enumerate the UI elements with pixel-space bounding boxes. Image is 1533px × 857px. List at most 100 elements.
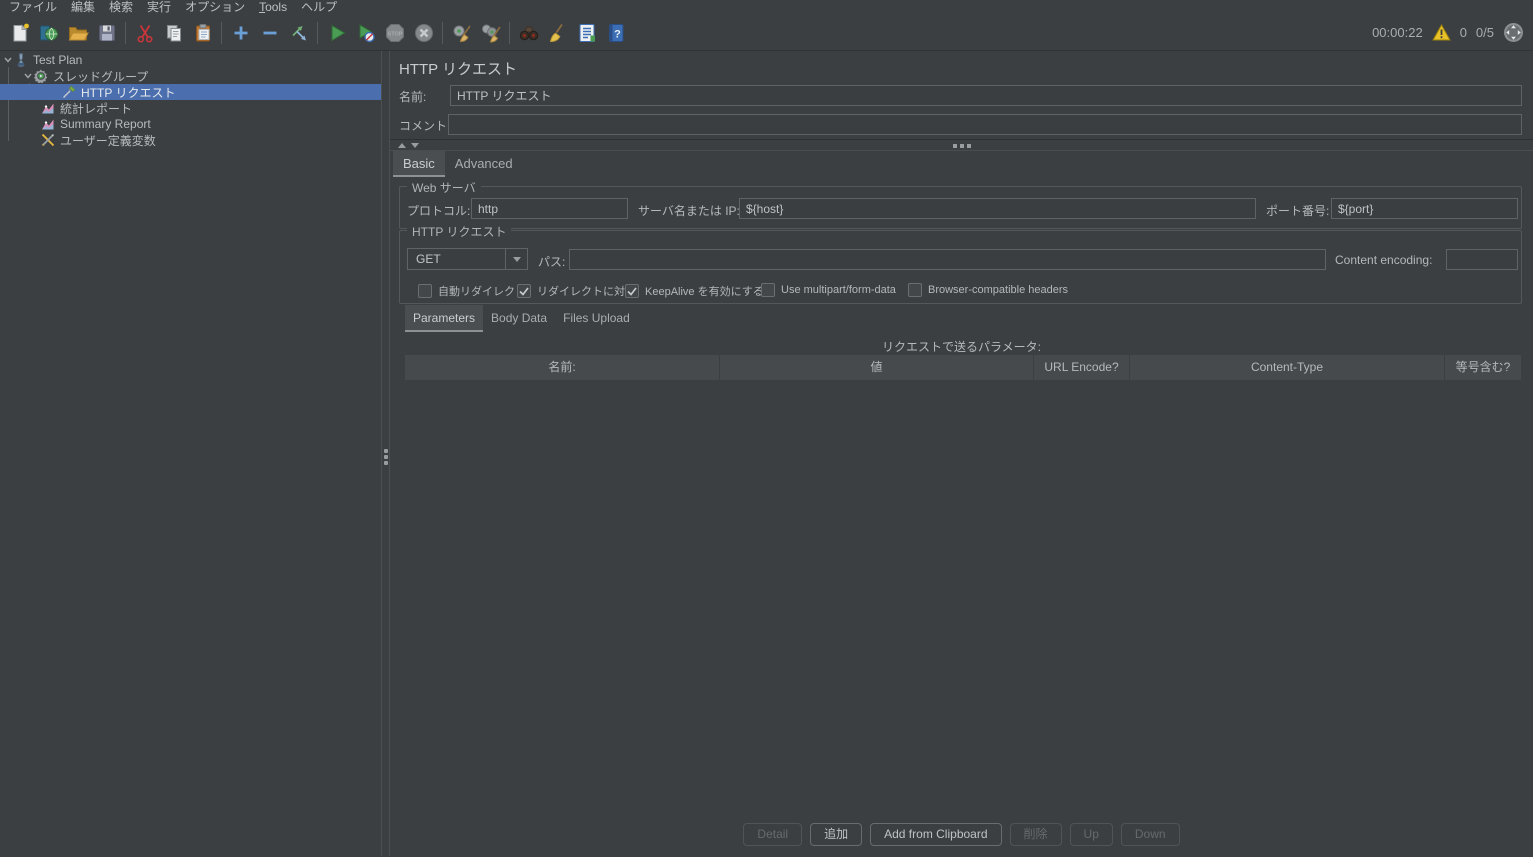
tab-basic[interactable]: Basic: [393, 151, 445, 177]
column-header-include-equals[interactable]: 等号含む?: [1445, 355, 1521, 380]
follow-redirects-checkbox[interactable]: リダイレクトに対応: [517, 283, 636, 299]
path-input[interactable]: [569, 249, 1326, 270]
tree-node-test-plan[interactable]: Test Plan: [0, 52, 381, 68]
thread-group-icon: [34, 69, 48, 83]
chevron-down-icon[interactable]: [2, 55, 14, 65]
column-header-url-encode[interactable]: URL Encode?: [1034, 355, 1129, 380]
parameters-footer-buttons: Detail 追加 Add from Clipboard 削除 Up Down: [390, 823, 1533, 846]
tree-node-http-request[interactable]: HTTP リクエスト: [0, 84, 381, 100]
splitter-grip[interactable]: [952, 144, 971, 148]
start-no-timers-icon[interactable]: [351, 19, 380, 47]
web-server-group: Web サーバ プロトコル: サーバ名または IP: ポート番号:: [399, 179, 1522, 229]
method-select[interactable]: GET: [407, 248, 528, 270]
paste-icon[interactable]: [188, 19, 217, 47]
editor-splitter[interactable]: [390, 139, 1533, 151]
parameters-table-header: 名前: 値 URL Encode? Content-Type 等号含む?: [405, 355, 1521, 380]
protocol-input[interactable]: [471, 198, 628, 219]
tree-node-label: スレッドグループ: [53, 69, 149, 84]
tree-node-user-defined-variables[interactable]: ユーザー定義変数: [0, 132, 381, 148]
tree-node-label: Summary Report: [60, 117, 151, 131]
svg-text:STOP: STOP: [387, 31, 402, 37]
error-count: 0: [1459, 25, 1467, 40]
checkbox-label: Use multipart/form-data: [781, 284, 896, 296]
keepalive-checkbox[interactable]: KeepAlive を有効にする: [625, 283, 764, 299]
tree-node-summary-report[interactable]: Summary Report: [0, 116, 381, 132]
remove-icon[interactable]: [255, 19, 284, 47]
add-button[interactable]: 追加: [810, 823, 863, 846]
menu-tools[interactable]: Tools: [252, 0, 294, 15]
checkbox-unchecked[interactable]: [908, 283, 922, 297]
protocol-label: プロトコル:: [407, 204, 471, 218]
browser-compatible-headers-checkbox[interactable]: Browser-compatible headers: [908, 283, 1068, 297]
checkbox-checked[interactable]: [517, 284, 531, 298]
toggle-icon[interactable]: [284, 19, 313, 47]
search-icon[interactable]: [514, 19, 543, 47]
toolbar: STOP ? 00:00:22 0 0/5: [0, 15, 1533, 51]
checkbox-unchecked[interactable]: [761, 283, 775, 297]
name-input[interactable]: [450, 85, 1522, 106]
delete-button: 削除: [1009, 823, 1062, 846]
help-icon[interactable]: ?: [601, 19, 630, 47]
comment-label: コメント:: [399, 119, 451, 133]
menu-edit[interactable]: 編集: [64, 0, 102, 15]
parameters-table-caption: リクエストで送るパラメータ:: [882, 340, 1041, 354]
splitter-grip[interactable]: [384, 449, 388, 465]
column-header-name[interactable]: 名前:: [405, 355, 719, 380]
menu-file[interactable]: ファイル: [2, 0, 64, 15]
column-header-content-type[interactable]: Content-Type: [1130, 355, 1444, 380]
warning-icon[interactable]: [1431, 24, 1451, 41]
comment-input[interactable]: [448, 114, 1522, 135]
port-input[interactable]: [1331, 198, 1518, 219]
tree-node-label: HTTP リクエスト: [81, 85, 176, 100]
tab-parameters[interactable]: Parameters: [405, 305, 484, 332]
function-helper-icon[interactable]: [572, 19, 601, 47]
checkbox-checked[interactable]: [625, 284, 639, 298]
toolbar-separator: [442, 21, 443, 44]
copy-icon[interactable]: [159, 19, 188, 47]
save-icon[interactable]: [92, 19, 121, 47]
toolbar-separator: [317, 21, 318, 44]
templates-icon[interactable]: [34, 19, 63, 47]
open-file-icon[interactable]: [63, 19, 92, 47]
add-from-clipboard-button[interactable]: Add from Clipboard: [870, 823, 1002, 846]
cut-icon[interactable]: [130, 19, 159, 47]
tree-node-aggregate-report[interactable]: 統計レポート: [0, 100, 381, 116]
chevron-down-icon[interactable]: [22, 71, 34, 81]
tree-editor-splitter[interactable]: [381, 51, 390, 856]
menu-help[interactable]: ヘルプ: [294, 0, 344, 15]
content-encoding-input[interactable]: [1446, 249, 1518, 270]
clear-one-icon[interactable]: [447, 19, 476, 47]
parameters-table-body[interactable]: [405, 381, 1521, 811]
menu-search[interactable]: 検索: [102, 0, 140, 15]
menu-options[interactable]: オプション: [178, 0, 252, 15]
down-button: Down: [1120, 823, 1180, 846]
name-label: 名前:: [399, 90, 427, 104]
checkbox-label: KeepAlive を有効にする: [645, 286, 764, 298]
clear-all-icon[interactable]: [476, 19, 505, 47]
tree-node-label: Test Plan: [33, 53, 83, 67]
tab-advanced[interactable]: Advanced: [445, 151, 523, 177]
server-input[interactable]: [739, 198, 1256, 219]
search-reset-icon[interactable]: [543, 19, 572, 47]
chevron-down-icon[interactable]: [505, 249, 527, 269]
menu-run[interactable]: 実行: [140, 0, 178, 15]
tab-body-data[interactable]: Body Data: [483, 305, 555, 332]
add-icon[interactable]: [226, 19, 255, 47]
splitter-collapse-buttons[interactable]: [398, 143, 419, 148]
page-title: HTTP リクエスト: [399, 61, 518, 78]
column-header-value[interactable]: 値: [720, 355, 1033, 380]
new-file-icon[interactable]: [5, 19, 34, 47]
path-label: パス:: [538, 255, 566, 269]
toolbar-separator: [509, 21, 510, 44]
checkbox-unchecked[interactable]: [418, 284, 432, 298]
http-request-legend: HTTP リクエスト: [407, 223, 512, 240]
tab-files-upload[interactable]: Files Upload: [555, 305, 638, 332]
checkbox-label: Browser-compatible headers: [928, 284, 1069, 296]
start-icon[interactable]: [322, 19, 351, 47]
multipart-form-data-checkbox[interactable]: Use multipart/form-data: [761, 283, 896, 297]
stop-icon[interactable]: STOP: [380, 19, 409, 47]
follow-redirects-automatically-checkbox[interactable]: 自動リダイレクト: [418, 283, 526, 299]
shutdown-icon[interactable]: [409, 19, 438, 47]
tree-node-thread-group[interactable]: スレッドグループ: [0, 68, 381, 84]
svg-text:?: ?: [614, 28, 621, 40]
